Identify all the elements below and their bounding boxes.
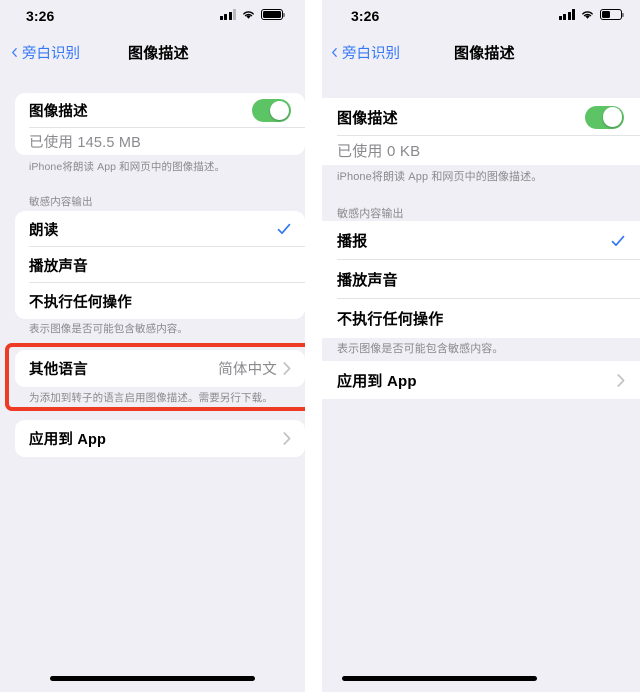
chevron-right-icon [283, 432, 291, 445]
status-bar: 3:26 [322, 0, 640, 32]
chevron-left-icon [12, 48, 17, 57]
navigation-bar: 旁白识别 图像描述 [0, 42, 305, 72]
home-indicator [342, 676, 537, 681]
toggle-knob [269, 100, 290, 121]
sensitive-option-do-nothing[interactable]: 不执行任何操作 [322, 299, 640, 338]
image-description-card: 图像描述 已使用 0 KB [322, 98, 640, 165]
status-icon-group [219, 9, 286, 20]
wifi-icon [241, 9, 256, 20]
sensitive-content-footnote: 表示图像是否可能包含敏感内容。 [29, 323, 188, 335]
usage-row: 已使用 145.5 MB [15, 128, 305, 155]
image-description-toggle-row[interactable]: 图像描述 [15, 93, 305, 128]
sensitive-option-label: 朗读 [29, 222, 59, 239]
navigation-bar: 旁白识别 图像描述 [322, 42, 640, 72]
wifi-icon [580, 9, 595, 20]
sensitive-content-card: 播报 播放声音 不执行任何操作 [322, 221, 640, 338]
sensitive-option-label: 播放声音 [29, 258, 88, 275]
phone-panel-left: 3:26 旁白识别 图像描述 图像描述 已使用 145.5 MB iPhone将… [0, 0, 305, 692]
back-button[interactable]: 旁白识别 [330, 42, 400, 63]
page-title: 图像描述 [454, 45, 515, 62]
chevron-right-icon [283, 362, 291, 375]
sensitive-content-card: 朗读 播放声音 不执行任何操作 [15, 211, 305, 319]
apply-to-apps-card: 应用到 App [322, 361, 640, 399]
battery-icon [600, 9, 625, 20]
status-bar: 3:26 [0, 0, 305, 32]
other-languages-label: 其他语言 [29, 362, 88, 378]
sensitive-option-label: 播报 [337, 233, 368, 250]
screenshot-root: 3:26 旁白识别 图像描述 图像描述 已使用 145.5 MB iPhone将… [0, 0, 640, 692]
sensitive-option-play-sound[interactable]: 播放声音 [15, 247, 305, 283]
page-title: 图像描述 [128, 45, 189, 62]
sensitive-option-speak[interactable]: 朗读 [15, 211, 305, 247]
cellular-signal-icon [558, 9, 575, 20]
apply-to-apps-label: 应用到 App [337, 372, 417, 390]
checkmark-icon [611, 235, 625, 246]
checkmark-icon [277, 223, 291, 235]
apply-to-apps-card: 应用到 App [15, 420, 305, 457]
image-description-card: 图像描述 已使用 145.5 MB [15, 93, 305, 155]
image-description-label: 图像描述 [337, 109, 398, 127]
image-description-toggle[interactable] [585, 105, 624, 129]
sensitive-option-label: 不执行任何操作 [29, 294, 132, 311]
usage-label: 已使用 0 KB [337, 143, 421, 160]
usage-row: 已使用 0 KB [322, 136, 640, 165]
image-description-label: 图像描述 [29, 104, 88, 120]
sensitive-option-announce[interactable]: 播报 [322, 221, 640, 260]
sensitive-option-label: 不执行任何操作 [337, 311, 444, 328]
chevron-left-icon [332, 48, 337, 57]
image-description-footnote: iPhone将朗读 App 和网页中的图像描述。 [29, 161, 226, 173]
status-time: 3:26 [26, 8, 55, 24]
sensitive-content-group-header: 敏感内容输出 [29, 196, 93, 208]
status-time: 3:26 [351, 8, 380, 24]
other-languages-row[interactable]: 其他语言 简体中文 [15, 350, 305, 387]
phone-panel-right: 3:26 旁白识别 图像描述 图像描述 已使用 0 KB iPhone将朗读 A… [322, 0, 640, 692]
chevron-right-icon [617, 373, 625, 387]
back-button[interactable]: 旁白识别 [10, 42, 80, 63]
other-languages-card: 其他语言 简体中文 [15, 350, 305, 387]
sensitive-content-footnote: 表示图像是否可能包含敏感内容。 [337, 343, 504, 355]
status-icon-group [558, 9, 625, 20]
apply-to-apps-label: 应用到 App [29, 432, 107, 448]
sensitive-option-do-nothing[interactable]: 不执行任何操作 [15, 283, 305, 319]
image-description-toggle[interactable] [252, 99, 291, 122]
other-languages-value: 简体中文 [218, 362, 277, 378]
sensitive-option-play-sound[interactable]: 播放声音 [322, 260, 640, 299]
apply-to-apps-row[interactable]: 应用到 App [322, 361, 640, 399]
toggle-knob [602, 107, 623, 127]
usage-label: 已使用 145.5 MB [29, 135, 141, 151]
home-indicator [50, 676, 255, 681]
sensitive-option-label: 播放声音 [337, 272, 398, 289]
back-button-label: 旁白识别 [22, 46, 80, 62]
other-languages-footnote: 为添加到转子的语言启用图像描述。需要另行下载。 [29, 392, 273, 404]
cellular-signal-icon [219, 9, 236, 20]
sensitive-content-group-header: 敏感内容输出 [337, 208, 404, 220]
image-description-footnote: iPhone将朗读 App 和网页中的图像描述。 [337, 171, 543, 183]
image-description-toggle-row[interactable]: 图像描述 [322, 98, 640, 136]
apply-to-apps-row[interactable]: 应用到 App [15, 420, 305, 457]
back-button-label: 旁白识别 [342, 46, 400, 62]
battery-icon [261, 9, 286, 20]
